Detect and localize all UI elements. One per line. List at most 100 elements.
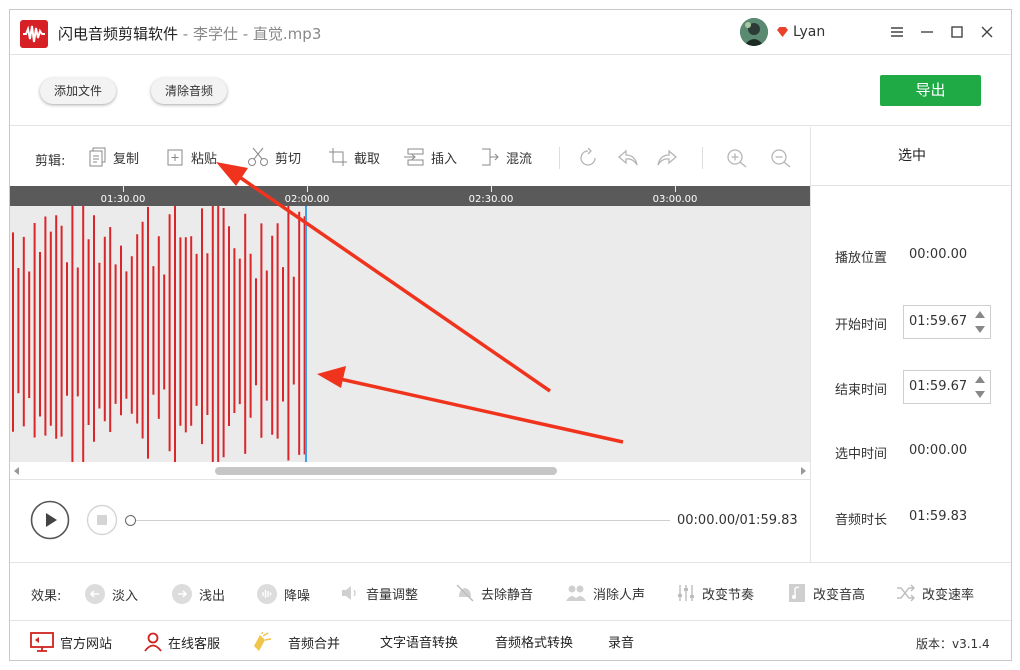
username[interactable]: Lyan	[793, 24, 825, 40]
tick-label: 01:30.00	[100, 194, 146, 205]
equalizer-icon	[678, 585, 694, 601]
insert-label: 插入	[431, 151, 458, 167]
mix-button[interactable]: 混流	[480, 146, 532, 168]
denoise-button[interactable]: 降噪	[256, 583, 310, 605]
refresh-icon[interactable]	[577, 148, 599, 168]
volume-icon	[342, 586, 356, 600]
mute-icon	[456, 584, 474, 602]
end-time-field[interactable]: 01:59.67	[903, 370, 991, 404]
increment-icon[interactable]	[975, 310, 985, 318]
scroll-thumb[interactable]	[215, 467, 557, 475]
tick-mark	[675, 186, 676, 192]
clear-audio-button[interactable]: 清除音频	[151, 78, 228, 104]
remove-vocals-button[interactable]: 消除人声	[565, 583, 645, 603]
play-position-label: 播放位置	[835, 251, 888, 266]
pitch-icon	[789, 584, 805, 602]
official-site-link[interactable]: 官方网站	[29, 632, 112, 652]
avatar[interactable]	[740, 18, 768, 46]
paste-label: 粘贴	[191, 151, 218, 167]
maximize-icon[interactable]	[947, 22, 967, 42]
stop-button[interactable]	[86, 504, 118, 536]
edit-label: 剪辑:	[35, 154, 66, 169]
selection-panel: 选中 播放位置 00:00.00 开始时间 01:59.67 结束时间 01:5…	[810, 127, 1011, 562]
version-label: 版本：v3.1.4	[916, 637, 990, 651]
format-convert-link[interactable]: 音频格式转换	[495, 632, 573, 651]
zoom-out-icon[interactable]	[770, 148, 792, 168]
copy-button[interactable]: 复制	[89, 146, 139, 168]
change-pitch-label: 改变音高	[813, 587, 866, 603]
fade-out-button[interactable]: 浅出	[171, 583, 225, 605]
paste-button[interactable]: 粘贴	[165, 146, 217, 168]
decrement-icon[interactable]	[975, 391, 985, 399]
add-file-button[interactable]: 添加文件	[40, 78, 117, 104]
online-support-link[interactable]: 在线客服	[143, 632, 220, 652]
duration-value: 01:59.83	[909, 509, 968, 524]
horizontal-scrollbar[interactable]	[10, 462, 810, 480]
play-position-value: 00:00.00	[909, 247, 968, 262]
timeline-ruler[interactable]: 01:30.00 02:00.00 02:30.00 03:00.00	[10, 186, 810, 206]
play-button[interactable]	[30, 500, 70, 540]
scroll-right-icon[interactable]	[800, 467, 806, 475]
audio-merge-link[interactable]: 音频合并	[251, 632, 340, 652]
trim-label: 截取	[354, 151, 381, 167]
record-label: 录音	[608, 636, 635, 651]
time-readout: 00:00.00/01:59.83	[677, 513, 798, 528]
copy-icon	[89, 147, 106, 167]
divider	[559, 147, 560, 169]
panel-title: 选中	[811, 127, 1011, 186]
volume-adjust-label: 音量调整	[366, 587, 419, 603]
merge-icon	[254, 632, 272, 651]
remove-silence-button[interactable]: 去除静音	[455, 583, 533, 603]
end-time-value: 01:59.67	[909, 379, 968, 394]
trim-button[interactable]: 截取	[328, 146, 380, 168]
start-time-value: 01:59.67	[909, 314, 968, 329]
title-bar: 闪电音频剪辑软件 - 李学仕 - 直觉.mp3 Lyan	[10, 10, 1011, 55]
main-toolbar: 添加文件 清除音频 导出	[10, 55, 1011, 126]
change-pitch-button[interactable]: 改变音高	[787, 583, 865, 603]
crop-icon	[329, 148, 347, 166]
decrement-icon[interactable]	[975, 326, 985, 334]
progress-handle[interactable]	[125, 515, 136, 526]
mix-label: 混流	[506, 151, 533, 167]
start-time-label: 开始时间	[835, 318, 888, 333]
online-support-label: 在线客服	[168, 636, 221, 652]
app-logo	[20, 20, 48, 48]
tick-mark	[307, 186, 308, 192]
close-icon[interactable]	[977, 22, 997, 42]
waveform-area[interactable]	[10, 206, 810, 462]
copy-label: 复制	[113, 151, 140, 167]
tick-label: 02:30.00	[468, 194, 514, 205]
fade-in-button[interactable]: 淡入	[84, 583, 138, 605]
export-button[interactable]: 导出	[880, 75, 981, 106]
text-to-speech-link[interactable]: 文字语音转换	[380, 632, 458, 651]
change-tempo-button[interactable]: 改变节奏	[676, 583, 754, 603]
zoom-in-icon[interactable]	[726, 148, 748, 168]
effects-toolbar: 效果: 淡入 浅出 降噪 音量调整 去除静音 消除人声 改变节奏 改变音高 改变…	[10, 562, 1011, 620]
menu-icon[interactable]	[887, 22, 907, 42]
playhead-cursor[interactable]	[305, 206, 307, 462]
progress-track[interactable]	[130, 520, 670, 521]
scroll-left-icon[interactable]	[14, 467, 20, 475]
text-to-speech-label: 文字语音转换	[380, 636, 459, 651]
increment-icon[interactable]	[975, 375, 985, 383]
redo-icon[interactable]	[656, 148, 678, 168]
tick-label: 03:00.00	[652, 194, 698, 205]
remove-silence-label: 去除静音	[481, 587, 534, 603]
tick-label: 02:00.00	[284, 194, 330, 205]
fade-in-icon	[85, 584, 105, 604]
selected-time-value: 00:00.00	[909, 443, 968, 458]
change-speed-button[interactable]: 改变速率	[896, 583, 974, 603]
cut-button[interactable]: 剪切	[247, 146, 301, 168]
scissors-icon	[248, 147, 268, 166]
file-name: - 李学仕 - 直觉.mp3	[178, 25, 322, 43]
undo-icon[interactable]	[617, 148, 639, 168]
start-time-field[interactable]: 01:59.67	[903, 305, 991, 339]
minimize-icon[interactable]	[917, 22, 937, 42]
change-tempo-label: 改变节奏	[702, 587, 755, 603]
paste-icon	[167, 149, 183, 166]
insert-button[interactable]: 插入	[403, 146, 457, 168]
volume-adjust-button[interactable]: 音量调整	[340, 583, 418, 603]
record-link[interactable]: 录音	[608, 632, 634, 651]
divider	[702, 147, 703, 169]
waveform	[12, 206, 306, 462]
